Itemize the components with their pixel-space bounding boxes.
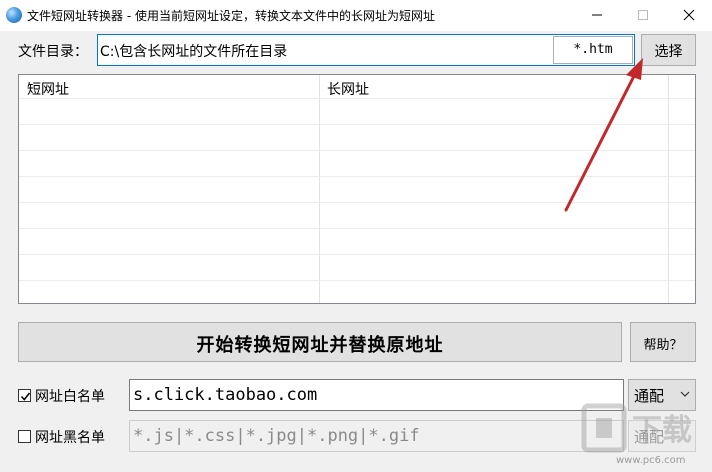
extension-input[interactable]: *.htm [553,36,633,64]
row-divider [19,254,695,255]
close-icon [683,9,695,21]
column-divider [319,75,320,303]
row-divider [19,228,695,229]
url-table[interactable]: 短网址 长网址 [18,74,696,304]
blacklist-label[interactable]: 网址黑名单 [35,427,105,447]
globe-icon [6,7,22,23]
check-icon [20,392,31,401]
column-header-short-url[interactable]: 短网址 [27,79,69,99]
watermark-text: www.pc6.com [616,455,686,466]
maximize-icon [638,10,648,20]
whitelist-label[interactable]: 网址白名单 [35,386,105,406]
window-title: 文件短网址转换器 - 使用当前短网址设定，转换文本文件中的长网址为短网址 [27,9,435,23]
help-button[interactable]: 帮助？ [630,322,696,362]
whitelist-input[interactable]: s.click.taobao.com [129,379,624,411]
row-divider [19,124,695,125]
select-directory-button[interactable]: 选择 [641,34,696,66]
svg-text:下载: 下载 [632,413,692,448]
close-button[interactable] [666,0,712,30]
blacklist-checkbox[interactable] [18,430,31,443]
title-bar: 文件短网址转换器 - 使用当前短网址设定，转换文本文件中的长网址为短网址 [0,0,712,31]
column-divider [668,75,669,303]
minimize-button[interactable] [574,0,620,30]
row-divider [19,98,695,99]
column-header-long-url[interactable]: 长网址 [327,79,369,99]
row-divider [19,150,695,151]
row-divider [19,176,695,177]
maximize-button[interactable] [620,0,666,30]
start-convert-button[interactable]: 开始转换短网址并替换原地址 [18,322,622,362]
directory-label: 文件目录： [18,44,88,60]
chevron-down-icon [680,391,690,397]
minimize-icon [592,14,602,16]
whitelist-checkbox[interactable] [18,389,31,402]
row-divider [19,202,695,203]
row-divider [19,280,695,281]
blacklist-input[interactable]: *.js|*.css|*.jpg|*.png|*.gif [129,420,624,452]
